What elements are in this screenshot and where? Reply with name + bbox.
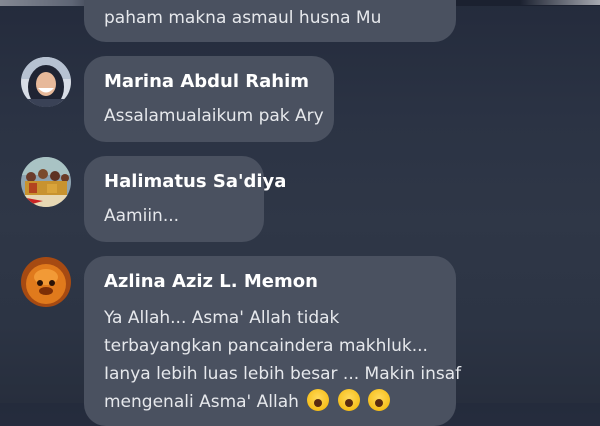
- message-text: Aamiin...: [104, 206, 180, 226]
- video-thumbnail-right: [520, 0, 600, 5]
- message-author: Halimatus Sa'diya: [104, 171, 287, 192]
- chat-message-bubble: Azlina Aziz L. Memon Ya Allah... Asma' A…: [84, 256, 461, 426]
- message-text-line: mengenali Asma' Allah: [104, 388, 391, 416]
- crying-face-emoji-icon: [307, 389, 330, 411]
- message-author: Azlina Aziz L. Memon: [104, 271, 318, 292]
- message-text-line: Ya Allah... Asma' Allah tidak: [104, 308, 340, 328]
- message-text: paham makna asmaul husna Mu: [104, 8, 382, 28]
- user-photo-orange-icon: [21, 257, 71, 307]
- message-text-segment: mengenali Asma' Allah: [104, 392, 299, 412]
- chat-message-bubble: Marina Abdul Rahim Assalamualaikum pak A…: [84, 56, 334, 142]
- message-text: Assalamualaikum pak Ary: [104, 106, 324, 126]
- message-text-line: Ianya lebih luas lebih besar ... Makin i…: [104, 364, 462, 384]
- user-photo-hijab-icon: [21, 57, 71, 107]
- message-author: Marina Abdul Rahim: [104, 71, 310, 92]
- crying-face-emoji-icon: [368, 389, 391, 411]
- crying-face-emoji-icon: [337, 389, 360, 411]
- message-text-line: terbayangkan pancaindera makhluk...: [104, 336, 428, 356]
- chat-message-bubble: paham makna asmaul husna Mu: [84, 0, 456, 42]
- user-avatar[interactable]: [21, 257, 71, 307]
- chat-message-bubble: Halimatus Sa'diya Aamiin...: [84, 156, 286, 242]
- user-avatar[interactable]: [21, 57, 71, 107]
- user-photo-group-icon: [21, 157, 71, 207]
- user-avatar[interactable]: [21, 157, 71, 207]
